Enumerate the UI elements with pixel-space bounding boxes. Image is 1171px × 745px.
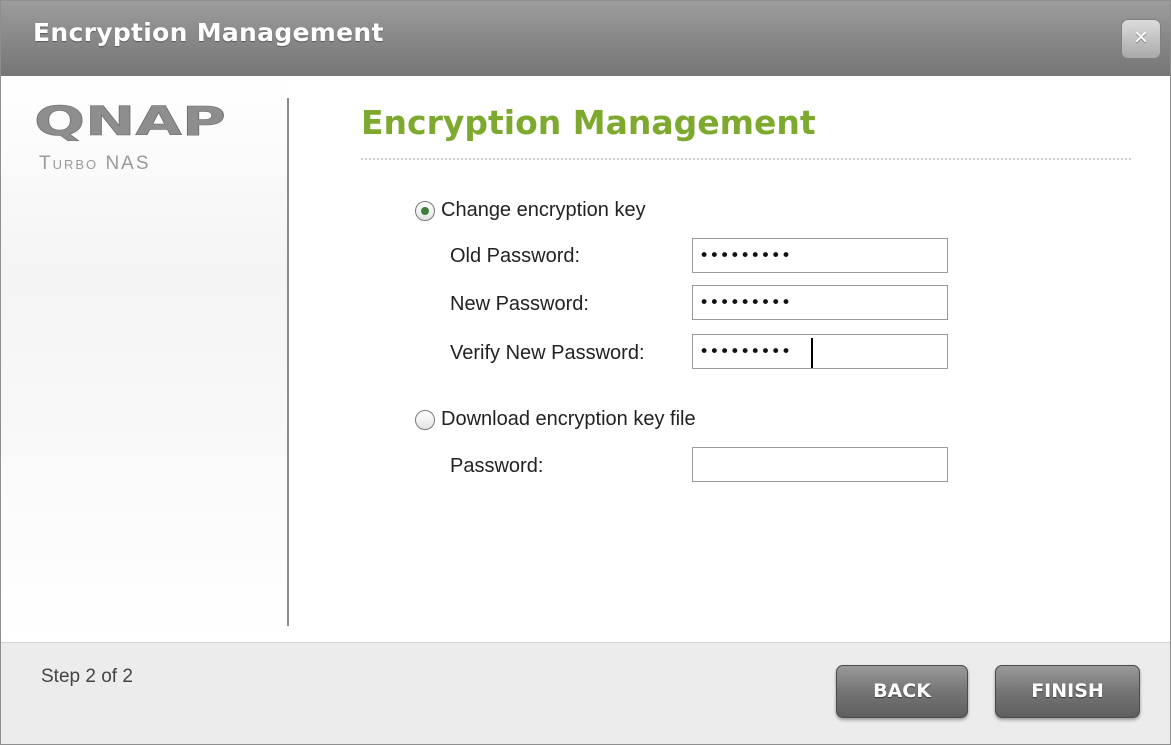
heading-divider (361, 158, 1131, 160)
text-cursor (811, 338, 813, 368)
title-bar: Encryption Management × (1, 1, 1170, 76)
logo-text: QNAP (34, 102, 226, 142)
download-key-label: Download encryption key file (441, 408, 696, 430)
download-key-option[interactable]: Download encryption key file (415, 408, 696, 431)
step-indicator: Step 2 of 2 (41, 666, 133, 687)
close-icon: × (1133, 24, 1148, 51)
qnap-logo: QNAP (34, 102, 226, 142)
sidebar: QNAP Turbo NAS (1, 76, 288, 642)
verify-password-label: Verify New Password: (450, 342, 645, 364)
close-button[interactable]: × (1121, 19, 1161, 59)
password-field[interactable] (692, 447, 948, 482)
back-button[interactable]: BACK (836, 665, 968, 718)
dialog-footer: Step 2 of 2 BACK FINISH (1, 642, 1170, 744)
verify-password-field[interactable] (692, 334, 948, 369)
logo-subtitle: Turbo NAS (39, 153, 151, 174)
window-title: Encryption Management (33, 18, 384, 47)
dialog-body: QNAP Turbo NAS Encryption Management Cha… (1, 76, 1170, 642)
download-key-radio[interactable] (415, 409, 435, 430)
password-label: Password: (450, 455, 544, 477)
change-key-radio[interactable] (415, 200, 435, 221)
encryption-management-dialog: Encryption Management × QNAP Turbo NAS E… (0, 0, 1171, 745)
new-password-field[interactable] (692, 285, 948, 320)
new-password-label: New Password: (450, 293, 589, 315)
old-password-label: Old Password: (450, 245, 581, 267)
sidebar-divider (287, 98, 289, 626)
finish-button[interactable]: FINISH (995, 665, 1140, 718)
old-password-field[interactable] (692, 238, 948, 273)
change-key-option[interactable]: Change encryption key (415, 199, 646, 222)
change-key-label: Change encryption key (441, 199, 646, 221)
page-title: Encryption Management (361, 103, 816, 142)
